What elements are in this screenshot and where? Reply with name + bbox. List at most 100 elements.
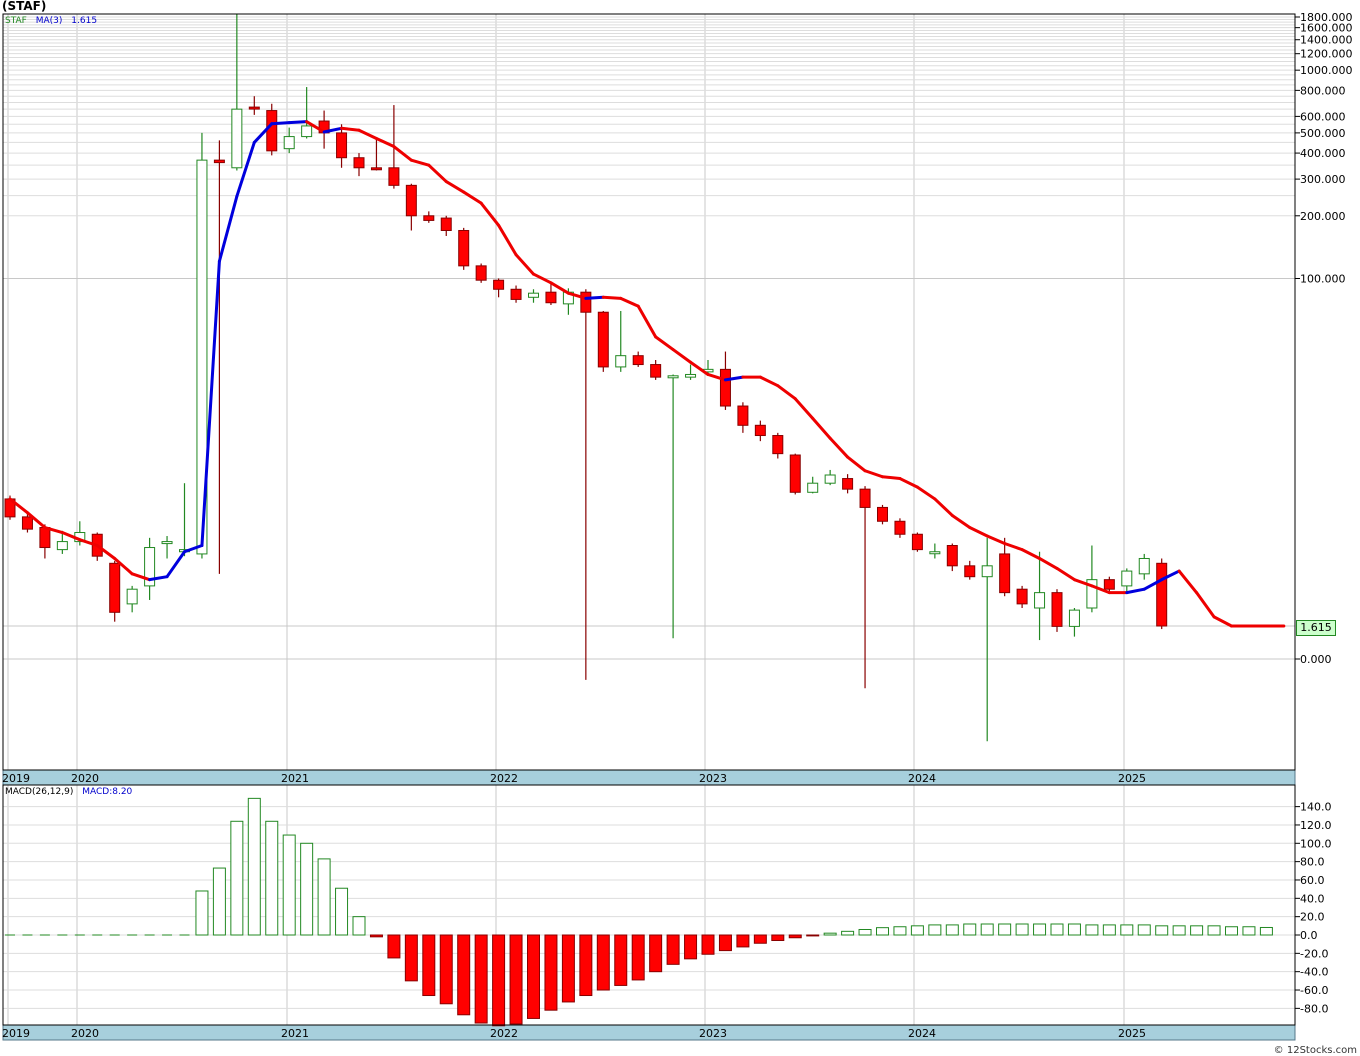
- macd-bar: [265, 820, 279, 936]
- ma-segment: [1038, 556, 1059, 570]
- macd-y-tick-label: -20.0: [1300, 947, 1328, 960]
- y-axis-ticks: 1800.0001600.0001400.0001200.0001000.000…: [1295, 11, 1353, 1015]
- macd-bar: [195, 890, 209, 936]
- ma-segment: [915, 485, 937, 501]
- macd-bar: [1067, 923, 1081, 936]
- time-axis-band: [2, 1024, 1296, 1041]
- price-y-tick-label: 400.000: [1300, 147, 1346, 160]
- ma-segment: [985, 534, 1007, 546]
- ma-segment: [654, 335, 675, 352]
- ma-segment: [1125, 587, 1146, 595]
- candle-body: [1138, 557, 1150, 575]
- ma-segment: [1177, 569, 1199, 595]
- ma-segment: [828, 436, 850, 459]
- candle-body: [824, 474, 836, 484]
- macd-y-tick-label: -80.0: [1300, 1002, 1328, 1015]
- macd-bar: [1207, 925, 1221, 936]
- macd-y-tick-label: 0.0: [1300, 929, 1318, 942]
- candle-body: [493, 279, 505, 290]
- x-tick-label: 2025: [1118, 772, 1146, 785]
- candle-body: [248, 106, 260, 110]
- candle-body: [109, 562, 121, 613]
- macd-bar: [1015, 923, 1029, 936]
- candle-body: [353, 157, 365, 169]
- macd-bar: [596, 934, 610, 991]
- macd-bar: [945, 924, 959, 936]
- macd-bar: [841, 930, 855, 936]
- macd-bar: [509, 934, 523, 1025]
- candle-body: [981, 565, 993, 578]
- candle-body: [929, 551, 941, 555]
- price-y-tick-label: 300.000: [1300, 173, 1346, 186]
- candle-body: [283, 136, 295, 150]
- x-tick-label: 2021: [281, 1027, 309, 1040]
- x-tick-label: 2020: [71, 1027, 99, 1040]
- macd-bar: [1155, 925, 1169, 936]
- macd-bar: [212, 867, 226, 936]
- candle-body: [545, 291, 557, 304]
- candle-body: [440, 217, 452, 231]
- candle-body: [615, 355, 627, 368]
- macd-bar: [492, 934, 506, 1027]
- ma-segment: [793, 397, 815, 420]
- copyright-footer: © 12Stocks.com: [1273, 1045, 1357, 1056]
- macd-bar: [1102, 924, 1116, 936]
- candle-body: [231, 108, 243, 169]
- price-y-tick-label: 0.000: [1300, 653, 1332, 666]
- price-y-tick-label: 200.000: [1300, 210, 1346, 223]
- x-tick-label: 2024: [908, 1027, 936, 1040]
- ma-segment: [287, 120, 309, 125]
- ma-segment: [497, 223, 518, 257]
- macd-bar: [300, 842, 314, 936]
- candle-body: [772, 435, 784, 455]
- price-legend: STAF MA(3) 1.615: [5, 16, 97, 26]
- candle-body: [21, 516, 33, 530]
- candle-body: [842, 478, 854, 490]
- ma-segment: [863, 469, 884, 479]
- macd-bar: [247, 797, 261, 936]
- candle-body: [458, 229, 470, 267]
- candle-body: [528, 292, 539, 298]
- price-y-tick-label: 600.000: [1300, 110, 1346, 123]
- macd-value: MACD:8.20: [82, 787, 133, 797]
- candle-body: [388, 167, 400, 186]
- macd-bar: [352, 916, 366, 936]
- ma-segment: [758, 375, 780, 388]
- macd-bar: [858, 928, 872, 936]
- candle-body: [423, 215, 435, 221]
- x-tick-label: 2023: [699, 772, 727, 785]
- candle-body: [510, 288, 522, 300]
- macd-bar: [1225, 926, 1238, 936]
- x-tick-label: 2024: [908, 772, 936, 785]
- macd-bar: [317, 858, 331, 936]
- price-y-tick-label: 1000.000: [1300, 64, 1353, 77]
- stock-chart: 2019 2020 2021 2022 2023 2024 2025 2019 2020 2021…: [2, 11, 1353, 1041]
- macd-bar: [282, 834, 296, 936]
- ma-segment: [584, 295, 605, 300]
- macd-bar: [474, 934, 488, 1024]
- ma-segment: [357, 128, 378, 140]
- candle-body: [1051, 592, 1063, 627]
- candle-body: [1034, 592, 1046, 609]
- macd-bar: [893, 926, 907, 936]
- macd-bar: [1242, 926, 1256, 936]
- macd-bar: [806, 934, 820, 937]
- macd-legend: MACD(26,12,9) MACD:8.20: [5, 787, 132, 797]
- macd-bar: [457, 934, 471, 1016]
- candle-body: [301, 125, 313, 138]
- ma-segment: [165, 550, 186, 579]
- macd-bar: [701, 934, 715, 955]
- macd-y-tick-label: 20.0: [1300, 911, 1325, 924]
- macd-bar: [788, 934, 802, 939]
- price-y-tick-label: 100.000: [1300, 273, 1346, 286]
- macd-bar: [422, 934, 436, 997]
- macd-bar: [1050, 923, 1064, 936]
- macd-y-tick-label: 60.0: [1300, 874, 1325, 887]
- symbol-label: STAF: [5, 16, 27, 26]
- candle-body: [877, 506, 888, 522]
- macd-bar: [561, 934, 575, 1003]
- macd-bar: [1085, 924, 1099, 936]
- macd-bar: [1137, 924, 1151, 936]
- ma-segment: [601, 295, 623, 300]
- macd-bar: [1172, 925, 1186, 936]
